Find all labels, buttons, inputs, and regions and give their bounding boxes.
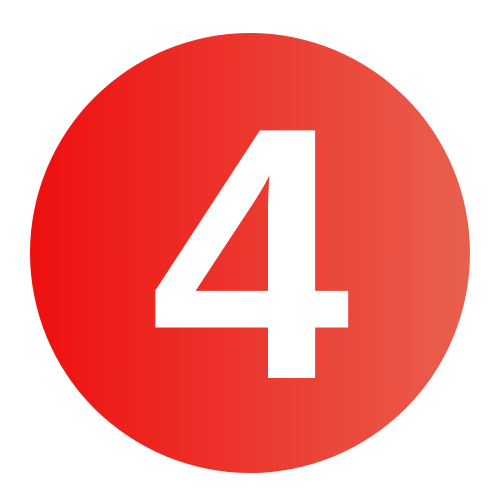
number-badge-canvas: 4 xyxy=(0,0,500,500)
badge-number: 4 xyxy=(149,53,351,455)
